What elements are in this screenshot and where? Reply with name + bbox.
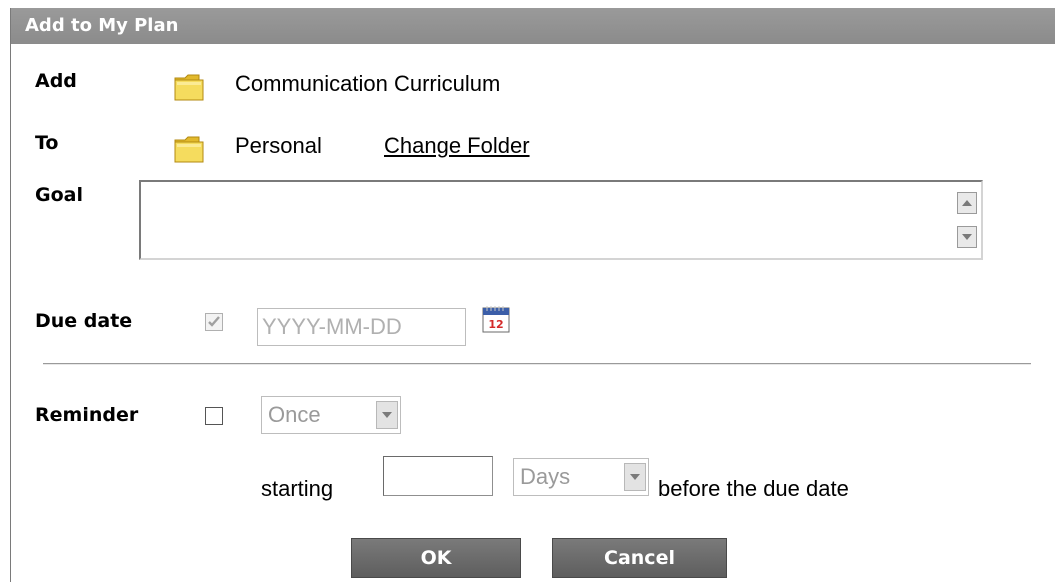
- due-date-checkbox[interactable]: [205, 313, 223, 331]
- goal-textarea-frame: [139, 180, 983, 260]
- arrow-up-icon: [962, 200, 972, 206]
- reminder-checkbox[interactable]: [205, 407, 223, 425]
- cancel-button[interactable]: Cancel: [552, 538, 727, 578]
- add-to-plan-dialog: Add to My Plan Add Communication Curricu…: [10, 8, 1055, 582]
- goal-label: Goal: [35, 184, 83, 206]
- scroll-down-button[interactable]: [957, 226, 977, 248]
- calendar-icon[interactable]: 12: [481, 304, 511, 334]
- to-label: To: [35, 132, 59, 154]
- dropdown-button[interactable]: [624, 463, 646, 491]
- dropdown-button[interactable]: [376, 401, 398, 429]
- folder-icon: [174, 74, 204, 101]
- calendar-day-text: 12: [488, 318, 503, 331]
- reminder-offset-input[interactable]: [383, 456, 493, 496]
- due-date-label: Due date: [35, 310, 133, 332]
- chevron-down-icon: [382, 412, 392, 418]
- reminder-frequency-select[interactable]: Once: [261, 396, 401, 434]
- change-folder-link[interactable]: Change Folder: [384, 133, 530, 159]
- target-folder-name: Personal: [235, 133, 322, 158]
- reminder-label: Reminder: [35, 404, 139, 426]
- checkmark-icon: [208, 316, 220, 327]
- starting-label: starting: [261, 476, 334, 501]
- arrow-down-icon: [962, 234, 972, 240]
- scroll-up-button[interactable]: [957, 192, 977, 214]
- goal-textarea[interactable]: [141, 182, 941, 256]
- reminder-unit-select[interactable]: Days: [513, 458, 649, 496]
- reminder-unit-value: Days: [520, 464, 571, 489]
- add-item-name: Communication Curriculum: [235, 71, 501, 96]
- dialog-title: Add to My Plan: [11, 8, 1055, 44]
- chevron-down-icon: [630, 474, 640, 480]
- reminder-frequency-value: Once: [268, 402, 321, 427]
- reminder-suffix: before the due date: [658, 476, 849, 501]
- add-label: Add: [35, 70, 77, 92]
- section-divider: [43, 363, 1031, 365]
- folder-icon: [174, 136, 204, 163]
- ok-button[interactable]: OK: [351, 538, 521, 578]
- due-date-input[interactable]: [257, 308, 466, 346]
